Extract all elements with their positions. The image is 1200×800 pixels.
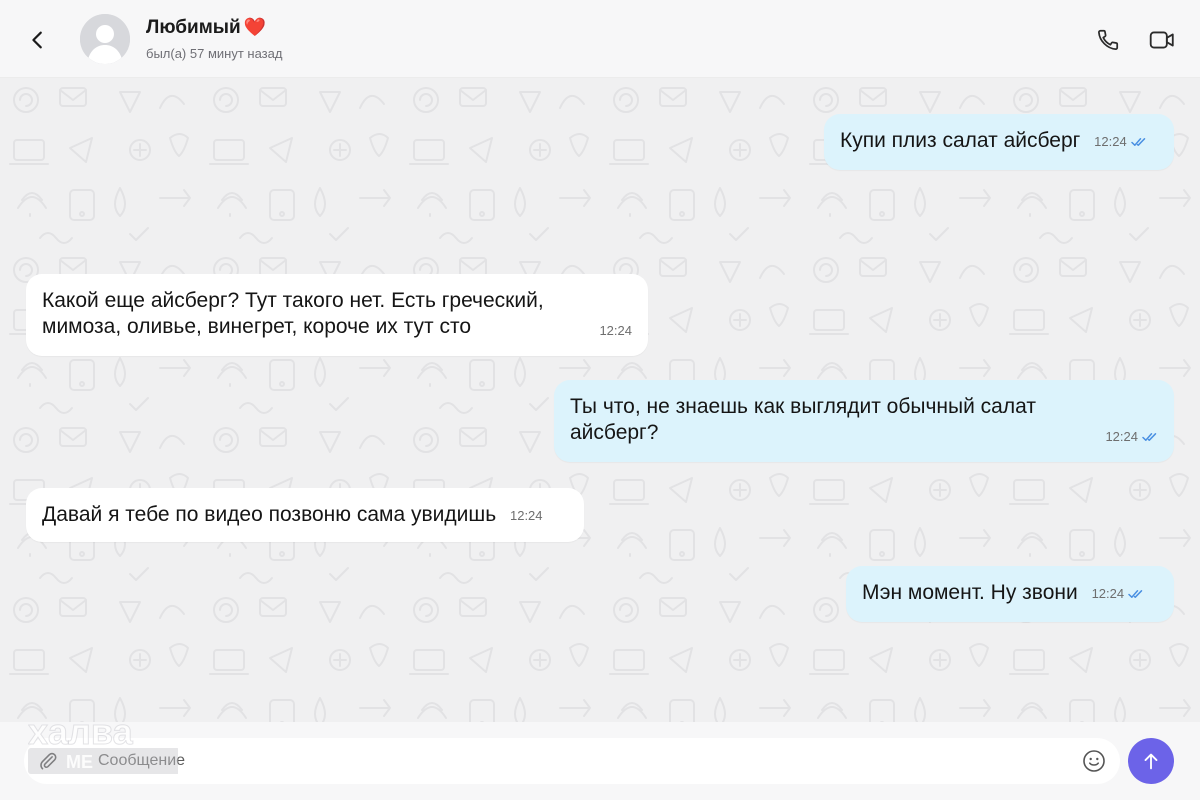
paperclip-icon [40, 752, 57, 770]
message-time: 12:24 [1091, 586, 1125, 601]
message-list[interactable]: Купи плиз салат айсберг 12:24 Какой еще … [0, 78, 1200, 722]
message-bubble-outgoing[interactable]: Купи плиз салат айсберг 12:24 [824, 114, 1174, 170]
message-bubble-outgoing[interactable]: Мэн момент. Ну звони 12:24 [846, 566, 1174, 622]
arrow-up-icon [1144, 753, 1158, 770]
message-meta: 12:24 [510, 503, 543, 529]
message-meta: 12:24 [1094, 129, 1147, 155]
smiley-icon [1083, 750, 1105, 772]
message-text: Какой еще айсберг? Тут такого нет. Есть … [42, 289, 550, 338]
back-button[interactable] [22, 24, 54, 56]
message-time: 12:24 [1105, 429, 1138, 444]
phone-icon [1098, 29, 1119, 50]
message-time: 12:24 [599, 323, 632, 338]
heart-emoji: ❤️ [243, 17, 267, 37]
message-meta: 12:24 [599, 318, 632, 344]
message-meta: 12:24 [1092, 581, 1145, 607]
contact-name[interactable]: Любимый ❤️ [146, 17, 266, 39]
message-meta: 12:24 [1105, 424, 1158, 450]
contact-last-seen: был(а) 57 минут назад [146, 46, 283, 61]
voice-call-button[interactable] [1092, 24, 1124, 56]
emoji-button[interactable] [1082, 749, 1106, 773]
message-text: Купи плиз салат айсберг [840, 129, 1081, 152]
double-check-icon [1130, 138, 1145, 146]
message-text: Мэн момент. Ну звони [862, 581, 1078, 604]
double-check-icon [1142, 433, 1157, 441]
message-time: 12:24 [509, 508, 543, 523]
send-button[interactable] [1128, 738, 1174, 784]
message-time: 12:24 [1094, 134, 1127, 149]
chevron-left-icon [32, 31, 42, 49]
default-avatar-icon [80, 14, 130, 64]
attach-button[interactable] [36, 749, 60, 773]
avatar[interactable] [80, 14, 130, 64]
composer-bar [0, 722, 1200, 800]
message-bubble-outgoing[interactable]: Ты что, не знаешь как выглядит обычный с… [554, 380, 1174, 462]
video-call-button[interactable] [1146, 24, 1178, 56]
composer-field[interactable] [24, 738, 1120, 784]
message-bubble-incoming[interactable]: Какой еще айсберг? Тут такого нет. Есть … [26, 274, 648, 356]
video-camera-icon [1149, 31, 1174, 49]
contact-name-text: Любимый [146, 17, 241, 38]
message-input[interactable] [98, 738, 1058, 784]
message-bubble-incoming[interactable]: Давай я тебе по видео позвоню сама увиди… [26, 488, 584, 542]
message-text: Ты что, не знаешь как выглядит обычный с… [570, 395, 1042, 444]
message-text: Давай я тебе по видео позвоню сама увиди… [42, 503, 497, 526]
double-check-icon [1128, 590, 1143, 598]
chat-header: Любимый ❤️ был(а) 57 минут назад [0, 0, 1200, 78]
